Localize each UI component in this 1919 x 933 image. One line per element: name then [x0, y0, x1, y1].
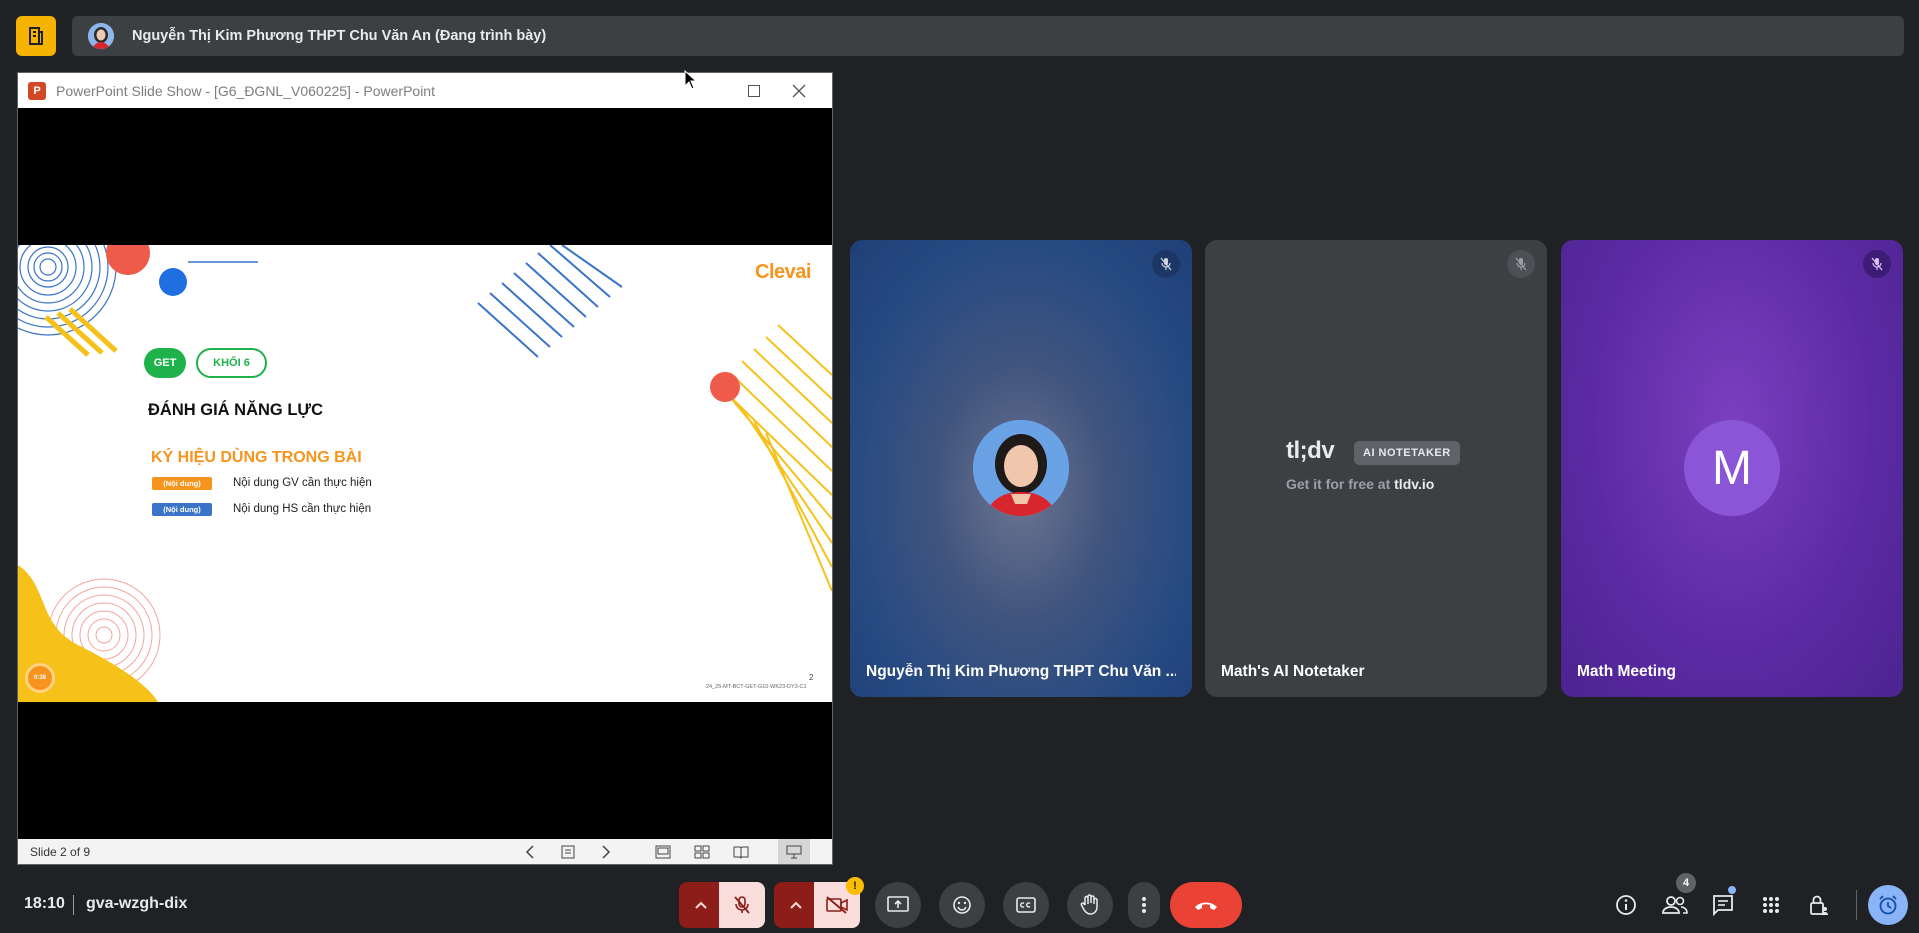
pill-grade: KHỐI 6 — [196, 348, 267, 378]
more-vert-icon — [1142, 897, 1146, 913]
mic-off-icon — [1152, 250, 1180, 278]
tldv-promo-link: tldv.io — [1394, 476, 1435, 492]
people-icon — [1662, 896, 1688, 914]
maximize-button[interactable] — [731, 73, 777, 108]
participant-tile[interactable]: Nguyễn Thị Kim Phương THPT Chu Văn ... — [850, 240, 1192, 697]
powerpoint-window[interactable]: P PowerPoint Slide Show - [G6_ĐGNL_V0602… — [17, 72, 833, 865]
tldv-logo: tl;dv — [1286, 437, 1335, 464]
slide-subheading: KÝ HIỆU DÙNG TRONG BÀI — [151, 449, 362, 466]
host-controls-button[interactable] — [1802, 888, 1836, 922]
slide-counter: Slide 2 of 9 — [30, 844, 91, 859]
meeting-details-button[interactable] — [1609, 888, 1643, 922]
participant-tile[interactable]: M Math Meeting — [1561, 240, 1903, 697]
hand-icon — [1080, 894, 1098, 915]
slideshow-view-icon[interactable] — [778, 839, 810, 864]
ppt-titlebar[interactable]: P PowerPoint Slide Show - [G6_ĐGNL_V0602… — [18, 73, 832, 108]
more-options-button[interactable] — [1128, 882, 1160, 928]
legend-tag-gv: (Nội dung) — [152, 477, 212, 490]
video-options-button[interactable] — [774, 882, 818, 928]
brand-logo: Clevai — [755, 261, 811, 283]
maximize-icon — [748, 84, 760, 97]
building-icon[interactable] — [16, 16, 56, 56]
meeting-time: 18:10 — [24, 895, 65, 912]
slide-sorter-icon[interactable] — [686, 839, 718, 864]
participant-name: Math Meeting — [1577, 663, 1677, 680]
people-button[interactable] — [1658, 888, 1692, 922]
notes-icon[interactable] — [552, 839, 584, 864]
presenter-avatar — [88, 23, 114, 49]
tldv-promo-text: Get it for free at — [1286, 476, 1395, 492]
slide-decoration — [18, 245, 832, 702]
present-button[interactable] — [875, 882, 921, 928]
legend-text-hs: Nội dung HS cần thực hiện — [233, 503, 372, 515]
tldv-promo: Get it for free at tldv.io — [1286, 476, 1434, 492]
next-icon[interactable] — [590, 839, 622, 864]
apps-grid-icon — [1763, 897, 1779, 913]
mic-off-icon — [734, 896, 750, 914]
normal-view-icon[interactable] — [647, 839, 679, 864]
avatar — [973, 420, 1069, 516]
presenter-name: Nguyễn Thị Kim Phương THPT Chu Văn An (Đ… — [132, 28, 547, 44]
ai-notetaker-badge: AI NOTETAKER — [1354, 441, 1460, 465]
divider — [73, 895, 74, 915]
legend-tag-hs: (Nội dung) — [152, 503, 212, 516]
timer-button[interactable] — [1868, 885, 1908, 925]
emoji-icon — [953, 896, 971, 914]
prev-icon[interactable] — [514, 839, 546, 864]
warning-badge: ! — [846, 877, 864, 895]
pill-get: GET — [144, 348, 186, 378]
mic-toggle-button[interactable] — [719, 882, 765, 928]
meet-window: Nguyễn Thị Kim Phương THPT Chu Văn An (Đ… — [0, 0, 1919, 933]
reading-view-icon[interactable] — [725, 839, 757, 864]
alarm-clock-icon — [1879, 895, 1897, 915]
raise-hand-button[interactable] — [1067, 882, 1113, 928]
lock-person-icon — [1810, 895, 1828, 915]
mouse-cursor-icon — [684, 70, 698, 90]
meeting-code: gva-wzgh-dix — [86, 895, 188, 912]
participant-name: Math's AI Notetaker — [1221, 663, 1365, 680]
close-button[interactable] — [776, 73, 822, 108]
chat-icon — [1713, 895, 1733, 916]
powerpoint-icon: P — [28, 81, 46, 100]
hang-up-icon — [1195, 902, 1217, 910]
chevron-up-icon — [790, 901, 802, 909]
building-glyph — [29, 27, 43, 45]
slide-canvas[interactable]: Clevai GET KHỐI 6 ĐÁNH GIÁ NĂNG LỰC KÝ H… — [18, 245, 832, 702]
divider — [1856, 890, 1857, 920]
presenter-banner[interactable]: Nguyễn Thị Kim Phương THPT Chu Văn An (Đ… — [72, 16, 1904, 56]
captions-icon — [1016, 897, 1036, 913]
participant-tile[interactable]: tl;dv AI NOTETAKER Get it for free at tl… — [1205, 240, 1547, 697]
activities-button[interactable] — [1754, 888, 1788, 922]
close-icon — [792, 84, 806, 97]
chevron-up-icon — [695, 901, 707, 909]
participant-name: Nguyễn Thị Kim Phương THPT Chu Văn ... — [866, 663, 1176, 680]
present-screen-icon — [887, 896, 909, 912]
avatar-initial: M — [1684, 420, 1780, 516]
slide-heading: ĐÁNH GIÁ NĂNG LỰC — [148, 401, 324, 419]
mic-off-icon — [1507, 250, 1535, 278]
chat-button[interactable] — [1706, 888, 1740, 922]
slide-page-number: 2 — [809, 673, 814, 682]
slide-code: 24_25-MT-BCT-GET-G10-WK23-DY3-C1 — [706, 684, 807, 690]
info-icon — [1616, 895, 1636, 915]
camera-off-icon — [826, 896, 848, 914]
audio-options-button[interactable] — [679, 882, 723, 928]
people-count-badge: 4 — [1676, 873, 1696, 893]
legend-text-gv: Nội dung GV cần thực hiện — [233, 477, 372, 489]
reactions-button[interactable] — [939, 882, 985, 928]
ppt-window-title: PowerPoint Slide Show - [G6_ĐGNL_V060225… — [56, 82, 435, 99]
ppt-statusbar: Slide 2 of 9 — [18, 839, 832, 864]
timer-badge: 0:38 — [25, 663, 55, 693]
mic-off-icon — [1863, 250, 1891, 278]
leave-call-button[interactable] — [1170, 882, 1242, 928]
captions-button[interactable] — [1003, 882, 1049, 928]
unread-dot — [1728, 886, 1736, 894]
